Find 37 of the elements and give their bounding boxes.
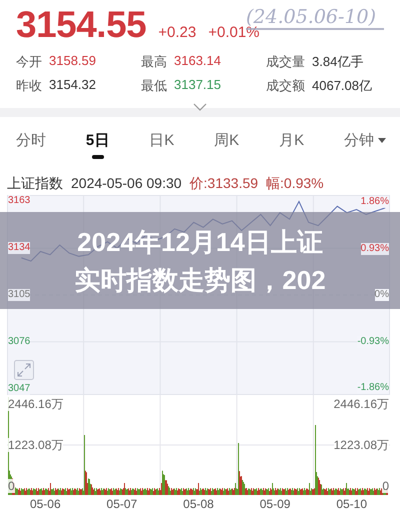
axis-label: 3047 (8, 382, 30, 395)
range-reading: 幅:0.93% (266, 175, 324, 193)
stat-value: 4067.08亿 (312, 77, 372, 95)
axis-label: 0 (8, 479, 15, 493)
axis-label: 2446.16万 (8, 397, 64, 411)
axis-label: -0.93% (357, 336, 389, 348)
banner-text: 实时指数走势图，202 (74, 264, 326, 296)
stat-value: 3.84亿手 (312, 53, 364, 71)
axis-label: 1223.08万 (334, 438, 389, 452)
axis-label: 1.86% (360, 196, 389, 208)
timestamp: 2024-05-06 09:30 (71, 175, 182, 193)
price-reading: 价:3133.59 (190, 175, 258, 193)
axis-label: 1223.08万 (8, 438, 64, 452)
stat-value: 3158.59 (49, 53, 96, 70)
banner-text: 2024年12月14日上证 (77, 226, 323, 258)
date-label: 05-06 (30, 497, 61, 511)
date-label: 05-08 (183, 497, 214, 511)
date-label: 05-10 (336, 497, 368, 511)
axis-label: 0 (382, 479, 389, 493)
axis-label: 2446.16万 (334, 397, 389, 411)
index-name: 上证指数 (7, 175, 63, 193)
stat-value: 3137.15 (174, 77, 221, 94)
stat-label: 成交量 (266, 53, 305, 71)
handwritten-note: (24.05.06-10) (246, 6, 384, 30)
stat-label: 昨收 (16, 77, 42, 95)
date-label: 05-07 (106, 497, 138, 511)
stat-value: 3163.14 (174, 53, 221, 70)
index-price: 3154.55 (16, 4, 146, 46)
axis-label: 3134 (8, 242, 30, 254)
date-label: 05-09 (260, 497, 290, 511)
stat-label: 最低 (141, 77, 167, 95)
price-change: +0.23 (158, 24, 196, 41)
stat-label: 今开 (16, 53, 42, 71)
axis-label: 3105 (8, 289, 30, 301)
stat-label: 最高 (141, 53, 167, 71)
stat-label: 成交额 (266, 77, 305, 95)
stat-value: 3154.32 (49, 77, 96, 94)
